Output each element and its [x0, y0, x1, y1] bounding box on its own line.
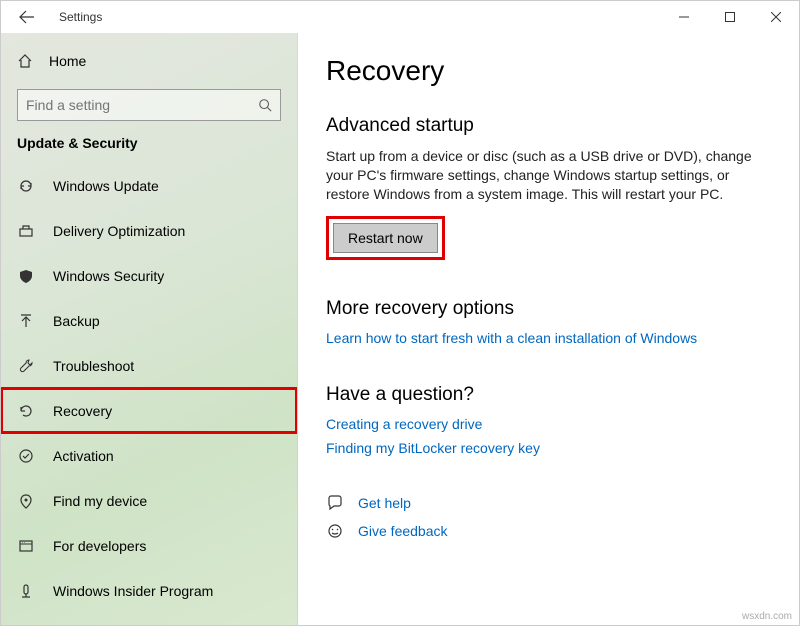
delivery-icon	[17, 222, 35, 240]
sidebar-item-windows-update[interactable]: Windows Update	[1, 163, 297, 208]
close-button[interactable]	[753, 1, 799, 33]
shield-icon	[17, 267, 35, 285]
main-content: Recovery Advanced startup Start up from …	[298, 33, 799, 625]
search-box[interactable]	[17, 89, 281, 121]
get-help-link[interactable]: Get help	[358, 495, 411, 511]
sidebar-item-for-developers[interactable]: For developers	[1, 523, 297, 568]
close-icon	[771, 12, 781, 22]
sync-icon	[17, 177, 35, 195]
question-heading: Have a question?	[326, 384, 771, 406]
feedback-icon	[326, 522, 344, 540]
sidebar-item-label: Windows Insider Program	[53, 583, 213, 599]
home-icon	[17, 53, 33, 69]
titlebar: Settings	[1, 1, 799, 33]
recovery-icon	[17, 402, 35, 420]
maximize-button[interactable]	[707, 1, 753, 33]
window-title: Settings	[59, 10, 102, 24]
sidebar-item-troubleshoot[interactable]: Troubleshoot	[1, 343, 297, 388]
activation-icon	[17, 447, 35, 465]
restart-highlight: Restart now	[326, 216, 445, 260]
minimize-icon	[679, 12, 689, 22]
minimize-button[interactable]	[661, 1, 707, 33]
recovery-drive-link[interactable]: Creating a recovery drive	[326, 416, 771, 432]
give-feedback-link[interactable]: Give feedback	[358, 523, 448, 539]
sidebar-item-find-my-device[interactable]: Find my device	[1, 478, 297, 523]
nav-home-label: Home	[49, 53, 86, 69]
sidebar-item-label: Troubleshoot	[53, 358, 134, 374]
insider-icon	[17, 582, 35, 600]
sidebar-item-label: Activation	[53, 448, 114, 464]
search-icon	[258, 98, 272, 112]
help-icon	[326, 494, 344, 512]
sidebar-item-recovery[interactable]: Recovery	[1, 388, 297, 433]
sidebar-item-windows-security[interactable]: Windows Security	[1, 253, 297, 298]
fresh-install-link[interactable]: Learn how to start fresh with a clean in…	[326, 330, 771, 346]
sidebar-item-windows-insider[interactable]: Windows Insider Program	[1, 568, 297, 613]
maximize-icon	[725, 12, 735, 22]
sidebar: Home Update & Security Windows Update	[1, 33, 298, 625]
developers-icon	[17, 537, 35, 555]
sidebar-item-label: Backup	[53, 313, 100, 329]
bitlocker-link[interactable]: Finding my BitLocker recovery key	[326, 440, 771, 456]
sidebar-item-label: Find my device	[53, 493, 147, 509]
troubleshoot-icon	[17, 357, 35, 375]
sidebar-item-label: Windows Update	[53, 178, 159, 194]
sidebar-item-label: Recovery	[53, 403, 112, 419]
sidebar-item-label: Windows Security	[53, 268, 164, 284]
watermark: wsxdn.com	[742, 611, 792, 622]
location-icon	[17, 492, 35, 510]
restart-now-button[interactable]: Restart now	[333, 223, 438, 253]
sidebar-item-label: For developers	[53, 538, 146, 554]
sidebar-item-delivery-optimization[interactable]: Delivery Optimization	[1, 208, 297, 253]
sidebar-item-label: Delivery Optimization	[53, 223, 185, 239]
nav-home[interactable]: Home	[1, 41, 297, 81]
back-button[interactable]	[13, 3, 41, 31]
page-title: Recovery	[326, 55, 771, 87]
back-arrow-icon	[19, 9, 35, 25]
sidebar-item-activation[interactable]: Activation	[1, 433, 297, 478]
sidebar-item-backup[interactable]: Backup	[1, 298, 297, 343]
sidebar-section-title: Update & Security	[1, 135, 297, 163]
advanced-startup-heading: Advanced startup	[326, 115, 771, 137]
advanced-startup-body: Start up from a device or disc (such as …	[326, 147, 756, 204]
more-recovery-heading: More recovery options	[326, 298, 771, 320]
backup-icon	[17, 312, 35, 330]
search-input[interactable]	[26, 97, 258, 113]
